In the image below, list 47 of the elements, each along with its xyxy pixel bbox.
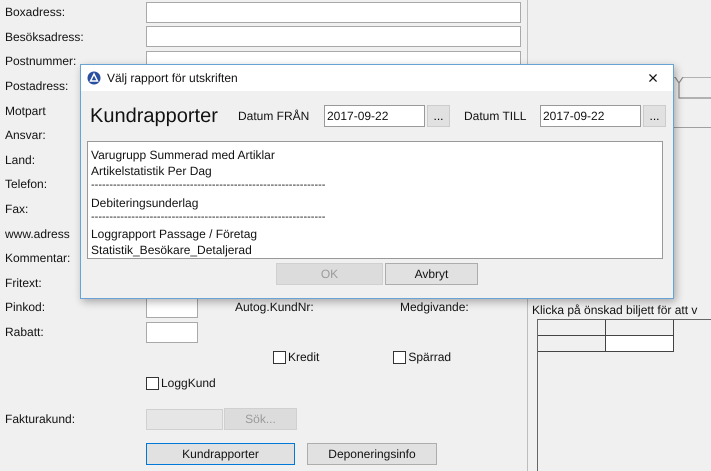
report-item[interactable]: Debiteringsunderlag	[91, 194, 198, 210]
field-label: Kommentar:	[5, 251, 70, 266]
report-item[interactable]: Varugrupp Summerad med Artiklar	[91, 147, 275, 163]
checkbox[interactable]: LoggKund	[146, 376, 216, 390]
field-label: Datum FRÅN	[238, 109, 310, 123]
field-label: Fritext:	[5, 276, 42, 290]
checkbox[interactable]: Kredit	[273, 350, 320, 364]
report-item[interactable]: Artikelstatistik Per Dag	[91, 163, 212, 179]
date-field[interactable]: 2017-09-22	[324, 105, 425, 127]
action-button[interactable]: Kundrapporter	[146, 443, 295, 466]
field-label: Postadress:	[5, 79, 68, 94]
text-field[interactable]	[146, 2, 521, 23]
date-picker-button[interactable]: ...	[643, 105, 666, 127]
field-label: Telefon:	[5, 177, 48, 192]
action-button[interactable]: Deponeringsinfo	[307, 443, 437, 466]
field-label: www.adress	[5, 226, 70, 241]
separator-line: ----------------------------------------------------------------	[91, 179, 326, 193]
field-label: Fax:	[5, 202, 28, 216]
dialog-button[interactable]: Avbryt	[385, 263, 478, 285]
field-label: Rabatt:	[5, 325, 44, 340]
field-label: Land:	[5, 152, 36, 167]
checkbox[interactable]: Spärrad	[393, 350, 452, 364]
ticket-grid[interactable]	[537, 319, 711, 471]
text-field[interactable]	[146, 408, 223, 430]
field-label: Postnummer:	[5, 54, 76, 68]
hint-text: Klicka på önskad biljett för att v	[531, 303, 698, 317]
close-button[interactable]: ×	[633, 68, 673, 88]
tab-outline-drawing	[671, 77, 711, 99]
field-label: Besöksadress:	[5, 30, 84, 44]
field-label: Datum TILL	[464, 109, 528, 123]
field-label: Medgivande:	[400, 300, 469, 314]
field-label: Fakturakund:	[5, 412, 76, 426]
field-label: Ansvar:	[5, 128, 46, 142]
separator-line: ----------------------------------------------------------------	[91, 210, 326, 224]
field-label: Motpart	[5, 104, 46, 118]
window-title: Välj rapport för utskriften	[107, 71, 239, 85]
field-label: Boxadress:	[5, 5, 66, 20]
dialog-heading: Kundrapporter	[89, 104, 219, 128]
field-label: Autog.KundNr:	[235, 300, 314, 314]
text-field[interactable]	[146, 322, 198, 343]
report-item[interactable]: Loggrapport Passage / Företag	[91, 226, 258, 242]
date-field[interactable]: 2017-09-22	[540, 105, 641, 127]
report-item[interactable]: Statistik_Besökare_Detaljerad	[91, 242, 252, 258]
date-picker-button[interactable]: ...	[427, 105, 450, 127]
app-icon	[87, 71, 101, 85]
text-field[interactable]	[146, 26, 521, 48]
field-label: Pinkod:	[5, 300, 46, 314]
